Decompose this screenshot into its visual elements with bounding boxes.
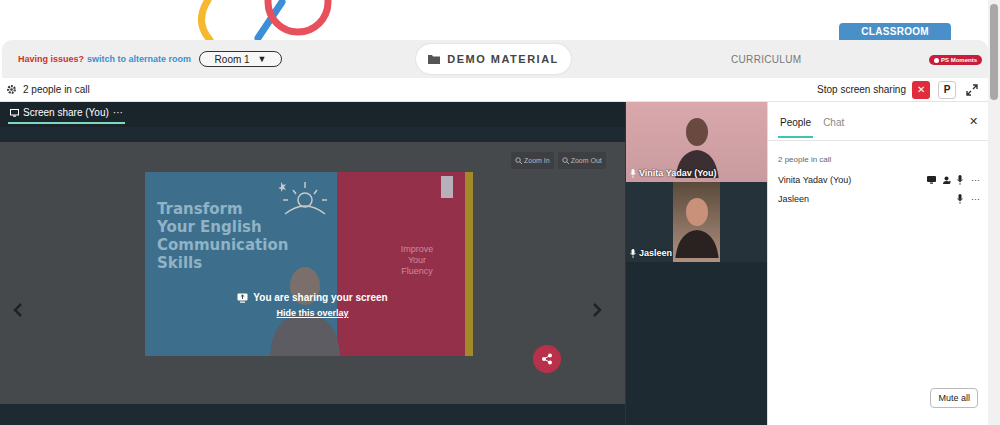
mute-all-button[interactable]: Mute all [930,388,978,408]
demo-material-label: DEMO MATERIAL [447,53,559,65]
panel-tab[interactable]: Chat [821,105,846,138]
zoom-in-button[interactable]: Zoom In [511,152,554,169]
badge-label: PS Moments [941,57,977,63]
issues-label: Having issues? [18,54,84,64]
room-label: Room 1 [215,54,250,65]
mute-row: Mute all [768,388,988,425]
participant-name: Vinita Yadav (You) [639,168,717,178]
dropdown-arrow-icon: ▼ [258,54,267,64]
sharing-message: You are sharing your screen [237,292,387,303]
sharing-overlay: You are sharing your screen Hide this ove… [0,292,625,318]
zoom-out-button[interactable]: Zoom Out [558,152,606,169]
tab-more-button[interactable]: ··· [113,107,123,118]
hide-overlay-link[interactable]: Hide this overlay [276,308,348,318]
ps-moments-badge[interactable]: PS Moments [929,55,982,65]
participant-row: Vinita Yadav (You) ··· [768,172,988,191]
scrollbar[interactable] [988,0,1000,425]
microphone-icon[interactable] [630,249,636,258]
expand-icon[interactable] [962,81,982,99]
doodle-icon [275,178,335,218]
p-button[interactable]: P [938,81,956,99]
microphone-icon[interactable] [957,194,963,204]
slide-title-line: Communication [157,236,337,254]
chevron-right-icon[interactable] [591,302,603,318]
share-tab-bar: Screen share (You) ··· [0,102,625,127]
screen-share-icon [237,293,248,303]
pin-icon[interactable] [942,176,951,185]
slide-stripe [465,172,473,356]
zoom-controls: Zoom In Zoom Out [511,152,606,169]
header: CLASSROOM [0,0,988,40]
close-button[interactable]: ✕ [969,115,978,128]
participant-name: Jasleen [778,194,809,204]
classroom-tab[interactable]: CLASSROOM [839,23,951,40]
microphone-icon[interactable] [630,169,636,178]
tile-label: Vinita Yadav (You) [630,168,717,178]
screen-share-tab-label: Screen share (You) [23,107,109,118]
video-tile: Vinita Yadav (You) [626,102,767,182]
panel-tab[interactable]: People [778,105,813,138]
zoom-in-icon [515,157,522,164]
slide-subtitle: Improve Your Fluency [395,244,439,277]
more-button[interactable]: ··· [971,175,980,185]
screen-share-area: Screen share (You) ··· TransformYour Engli… [0,102,625,425]
people-count: 2 people in call [768,141,988,172]
folder-icon [428,54,440,64]
slide-badge [441,176,453,198]
chevron-left-icon[interactable] [12,302,24,318]
page: CLASSROOMHaving issues?switch to alterna… [0,0,988,425]
presentation-slide: TransformYour EnglishCommunicationSkills… [145,172,473,356]
people-count: 2 people in call [23,84,90,95]
slide-red-panel: Improve Your Fluency [337,172,465,356]
zoom-out-label: Zoom Out [571,157,602,164]
share-icon [541,353,553,365]
tile-label: Jasleen [630,248,672,258]
share-button[interactable] [533,345,561,373]
gap [0,127,625,142]
screen-icon [10,109,19,117]
microphone-icon[interactable] [957,175,963,185]
camera-video [673,182,720,262]
participant-icons: ··· [957,194,980,204]
screen-share-icon [927,176,936,184]
video-tile: Jasleen [626,182,767,262]
participant-name: Jasleen [639,248,672,258]
screen-share-tab[interactable]: Screen share (You) ··· [8,102,125,124]
zoom-in-label: Zoom In [524,157,550,164]
scrollbar-thumb[interactable] [990,4,998,100]
more-button[interactable]: ··· [971,194,980,204]
panel-tabs: People Chat ✕ [768,102,988,141]
sharing-message-label: You are sharing your screen [253,292,387,303]
people-panel: PeopleChat✕2 people in callVinita Yadav … [767,102,988,425]
call-bar: 2 people in call Stop screen sharing ✕ P [0,78,988,102]
demo-material-button[interactable]: DEMO MATERIAL [416,44,571,74]
room-select[interactable]: Room 1 ▼ [199,51,282,67]
toolbar: Having issues?switch to alternate room Ro… [2,40,988,78]
zoom-out-icon [562,157,569,164]
call-area: Screen share (You) ··· TransformYour Engli… [0,102,988,425]
slide-title-line: Your English [157,218,337,236]
badge-dot-icon [934,58,939,63]
slide-title-line: Transform [157,200,337,218]
person-photo-icon [270,256,340,356]
video-tiles: Vinita Yadav (You) Jasleen [625,102,767,425]
participant-icons: ··· [927,175,980,185]
logo-icon [186,0,336,40]
alternate-room-link[interactable]: switch to alternate room [87,54,191,64]
app: CLASSROOMHaving issues?switch to alterna… [0,0,1000,425]
slide-viewer: TransformYour EnglishCommunicationSkills… [0,142,625,404]
participant-row: Jasleen ··· [768,191,988,210]
curriculum-tab[interactable]: CURRICULUM [731,54,801,65]
stop-sharing-button[interactable]: ✕ [912,81,930,99]
stop-sharing-label[interactable]: Stop screen sharing [817,84,906,95]
gear-icon[interactable] [6,84,17,95]
participant-name: Vinita Yadav (You) [778,175,851,185]
spacer [768,210,988,388]
